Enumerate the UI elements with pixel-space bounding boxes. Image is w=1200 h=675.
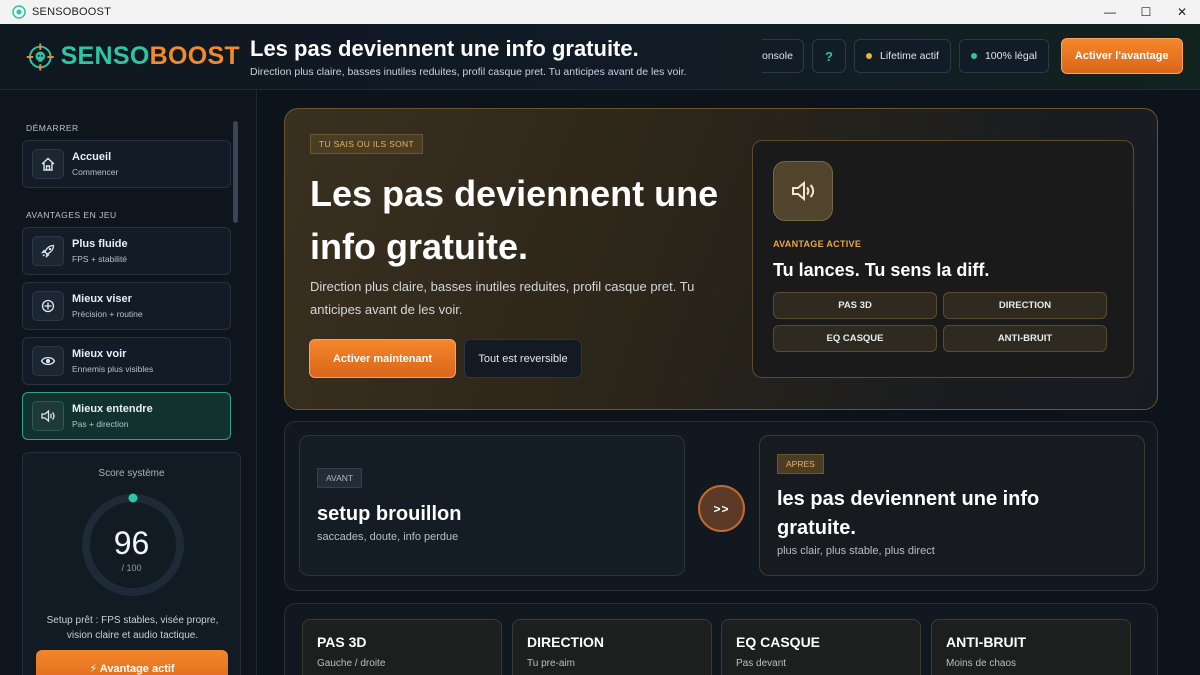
sidebar-item-title: Accueil [72, 151, 112, 163]
advantage-active-button[interactable]: ⚡ Avantage actif [36, 650, 228, 675]
app-icon [12, 5, 26, 19]
sidebar: DÉMARRER Accueil Commencer AVANTAGES EN J… [0, 90, 257, 675]
home-icon [41, 157, 55, 171]
sidebar-item-plus-fluide[interactable]: Plus fluide FPS + stabilité [22, 227, 231, 275]
chip-anti-bruit: ANTI-BRUIT [943, 325, 1107, 352]
feature-card[interactable]: ANTI-BRUIT Moins de chaos [931, 619, 1131, 675]
feature-title: ANTI-BRUIT [946, 634, 1027, 650]
sidebar-item-subtitle: Pas + direction [72, 419, 129, 429]
speaker-icon [41, 409, 55, 423]
sidebar-item-accueil[interactable]: Accueil Commencer [22, 140, 231, 188]
feature-title: DIRECTION [527, 634, 604, 650]
advantage-label: AVANTAGE ACTIVE [773, 239, 862, 249]
chip-eq-casque: EQ CASQUE [773, 325, 937, 352]
logo[interactable]: SENSOBOOST [26, 39, 240, 75]
legal-label: 100% légal [984, 50, 1037, 62]
feature-card[interactable]: PAS 3D Gauche / droite [302, 619, 502, 675]
feature-subtitle: Gauche / droite [317, 658, 386, 669]
before-tag: AVANT [317, 468, 363, 488]
close-button[interactable]: ✕ [1164, 0, 1200, 24]
sidebar-item-mieux-viser[interactable]: Mieux viser Précision + routine [22, 282, 231, 330]
sidebar-item-title: Mieux voir [72, 348, 127, 360]
feature-title: EQ CASQUE [736, 634, 821, 650]
feature-subtitle: Moins de chaos [946, 658, 1017, 669]
hero-title: Les pas deviennent une info gratuite. [310, 173, 719, 267]
sidebar-scrollbar[interactable] [233, 121, 238, 223]
header-subtitle: Direction plus claire, basses inutiles r… [250, 65, 687, 78]
sidebar-item-subtitle: FPS + stabilité [72, 254, 128, 264]
header-title: Les pas deviennent une info gratuite. [250, 35, 639, 61]
crosshair-icon [41, 299, 55, 313]
logo-text-part1: SENSO [60, 42, 150, 70]
lifetime-status-badge: Lifetime actif [854, 39, 951, 73]
arrow-next-icon[interactable]: >> [698, 485, 745, 532]
sidebar-item-mieux-entendre[interactable]: Mieux entendre Pas + direction [22, 392, 231, 440]
score-indicator-dot-icon [128, 493, 138, 503]
after-card: APRES les pas deviennent une info gratui… [759, 435, 1145, 576]
section-label-start: DÉMARRER [26, 123, 79, 133]
before-after-panel: AVANT setup brouillon saccades, doute, i… [284, 421, 1158, 591]
minimize-button[interactable]: — [1092, 0, 1128, 24]
after-title: les pas deviennent une info gratuite. [777, 488, 1040, 539]
sidebar-item-title: Mieux viser [72, 293, 132, 305]
console-button[interactable]: onsole [762, 39, 804, 73]
eye-icon [40, 356, 56, 366]
sidebar-item-subtitle: Commencer [72, 167, 119, 177]
score-label: Score système [98, 468, 165, 479]
reversible-button[interactable]: Tout est reversible [464, 339, 582, 378]
gold-status-dot-icon [866, 53, 872, 59]
before-subtitle: saccades, doute, info perdue [317, 531, 459, 543]
activate-advantage-button[interactable]: Activer l'avantage [1060, 38, 1183, 74]
features-panel: PAS 3D Gauche / droite DIRECTION Tu pre-… [284, 603, 1158, 675]
crosshair-skull-icon [26, 43, 54, 70]
feature-card[interactable]: DIRECTION Tu pre-aim [512, 619, 712, 675]
sidebar-item-subtitle: Précision + routine [72, 309, 143, 319]
feature-subtitle: Tu pre-aim [527, 658, 575, 669]
hero-description: Direction plus claire, basses inutiles r… [310, 279, 695, 317]
advantage-card: AVANTAGE ACTIVE Tu lances. Tu sens la di… [752, 140, 1134, 378]
before-card: AVANT setup brouillon saccades, doute, i… [299, 435, 685, 576]
hero-tag: TU SAIS OU ILS SONT [310, 134, 423, 154]
feature-subtitle: Pas devant [736, 658, 787, 669]
app-header: SENSOBOOST Les pas deviennent une info g… [0, 24, 1200, 90]
maximize-button[interactable]: ☐ [1128, 0, 1164, 24]
main-content: TU SAIS OU ILS SONT Les pas deviennent u… [258, 90, 1200, 675]
help-button[interactable]: ? [812, 39, 846, 73]
after-subtitle: plus clair, plus stable, plus direct [777, 545, 935, 557]
feature-card[interactable]: EQ CASQUE Pas devant [721, 619, 921, 675]
sidebar-item-title: Mieux entendre [72, 403, 153, 415]
window-titlebar: SENSOBOOST — ☐ ✕ [0, 0, 1200, 24]
before-title: setup brouillon [317, 503, 462, 525]
after-tag: APRES [777, 454, 824, 474]
logo-text-part2: BOOST [149, 42, 240, 70]
feature-title: PAS 3D [317, 634, 367, 650]
sidebar-item-mieux-voir[interactable]: Mieux voir Ennemis plus visibles [22, 337, 231, 385]
sidebar-item-subtitle: Ennemis plus visibles [72, 364, 154, 374]
teal-status-dot-icon [970, 53, 977, 59]
legal-status-badge: 100% légal [958, 39, 1049, 73]
lifetime-label: Lifetime actif [880, 50, 939, 62]
section-label-perks: AVANTAGES EN JEU [26, 210, 117, 220]
rocket-icon [40, 244, 55, 259]
advantage-title: Tu lances. Tu sens la diff. [773, 260, 990, 280]
activate-now-button[interactable]: Activer maintenant [309, 339, 456, 378]
score-description: Setup prêt : FPS stables, visée propre, … [46, 615, 219, 641]
sidebar-item-title: Plus fluide [72, 238, 128, 250]
system-score-card: Score système 96 / 100 Setup prêt : FPS … [22, 452, 241, 675]
speaker-icon [792, 180, 815, 202]
chip-pas-3d: PAS 3D [773, 292, 937, 319]
score-max: / 100 [121, 563, 142, 573]
hero-card: TU SAIS OU ILS SONT Les pas deviennent u… [284, 108, 1158, 410]
window-title: SENSOBOOST [32, 6, 112, 18]
chip-direction: DIRECTION [943, 292, 1107, 319]
score-value: 96 [113, 525, 150, 561]
